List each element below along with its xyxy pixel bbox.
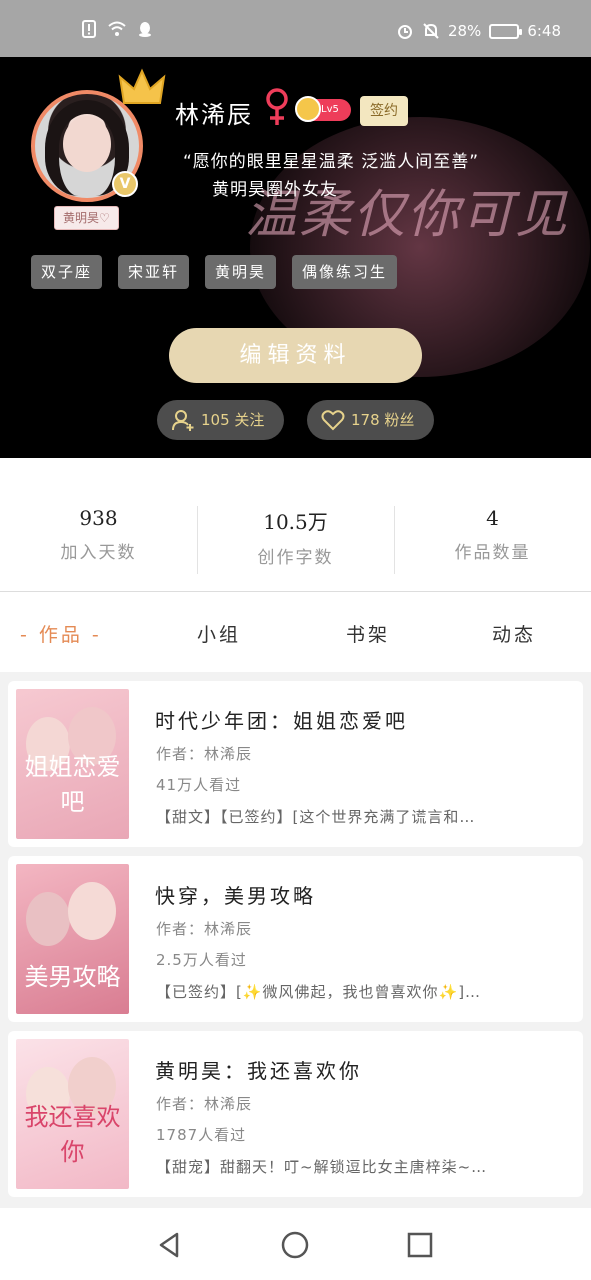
- level-badge: Lv5: [295, 96, 351, 122]
- sim-alert-icon: [82, 20, 96, 38]
- work-views: 1787人看过: [156, 1126, 247, 1144]
- battery-icon: [489, 23, 523, 39]
- work-author: 作者：林浠辰: [156, 1095, 253, 1113]
- back-icon[interactable]: [155, 1230, 185, 1260]
- work-views: 2.5万人看过: [156, 951, 247, 969]
- followers-button[interactable]: 178 粉丝: [307, 400, 434, 440]
- tab-bookshelf[interactable]: 书架: [346, 620, 390, 647]
- stat-join-days: 938 加入天数: [0, 506, 197, 563]
- tag-item[interactable]: 黄明昊: [205, 255, 277, 289]
- work-views: 41万人看过: [156, 776, 242, 794]
- female-icon: [266, 88, 288, 125]
- username: 林浠辰: [175, 101, 253, 129]
- clock-time: 6:48: [527, 22, 561, 40]
- level-crown-icon: [295, 96, 321, 122]
- tab-activity[interactable]: 动态: [492, 620, 536, 647]
- battery-percent: 28%: [447, 22, 482, 40]
- stat-value: 4: [486, 506, 499, 530]
- heart-icon: [321, 410, 345, 431]
- work-author: 作者：林浠辰: [156, 745, 253, 763]
- content-tabs: - 作品 - 小组 书架 动态: [0, 592, 591, 672]
- mute-icon: [423, 23, 439, 39]
- following-label: 105 关注: [201, 411, 265, 429]
- profile-header: 温柔仅你可见 V 黄明昊♡ 林浠辰 Lv5 签约 “愿你的眼里星星温柔 泛滥人间…: [0, 57, 591, 458]
- edit-profile-button[interactable]: 编辑资料: [169, 328, 422, 383]
- stats-panel: 938 加入天数 10.5万 创作字数 4 作品数量: [0, 458, 591, 592]
- stat-label: 作品数量: [454, 543, 531, 563]
- home-icon[interactable]: [280, 1230, 310, 1260]
- work-title: 时代少年团：姐姐恋爱吧: [155, 709, 408, 733]
- status-bar: 28% 6:48: [0, 0, 591, 57]
- book-cover[interactable]: 美男攻略: [16, 864, 129, 1014]
- work-author: 作者：林浠辰: [156, 920, 253, 938]
- tab-works[interactable]: - 作品 -: [20, 620, 102, 647]
- tag-item[interactable]: 宋亚轩: [118, 255, 190, 289]
- book-cover[interactable]: 姐姐恋爱吧: [16, 689, 129, 839]
- work-description: 【甜文】【已签约】[这个世界充满了谎言和…: [156, 808, 476, 826]
- work-card[interactable]: 我还喜欢你 黄明昊：我还喜欢你 作者：林浠辰 1787人看过 【甜宠】甜翻天！叮…: [8, 1031, 583, 1197]
- signed-badge: 签约: [360, 96, 408, 126]
- stat-label: 创作字数: [257, 548, 334, 568]
- work-card[interactable]: 美男攻略 快穿，美男攻略 作者：林浠辰 2.5万人看过 【已签约】[✨微风佛起，…: [8, 856, 583, 1022]
- add-user-icon: [172, 410, 194, 431]
- work-card[interactable]: 姐姐恋爱吧 时代少年团：姐姐恋爱吧 作者：林浠辰 41万人看过 【甜文】【已签约…: [8, 681, 583, 847]
- cover-title: 我还喜欢你: [24, 1103, 121, 1166]
- stat-works-count: 4 作品数量: [394, 506, 591, 563]
- cover-title: 美男攻略: [24, 963, 121, 991]
- work-title: 黄明昊：我还喜欢你: [155, 1059, 362, 1083]
- tab-groups[interactable]: 小组: [197, 620, 241, 647]
- profile-tags: 双子座 宋亚轩 黄明昊 偶像练习生: [31, 255, 398, 289]
- followers-label: 178 粉丝: [351, 411, 415, 429]
- recents-icon[interactable]: [405, 1230, 435, 1260]
- cover-figure: [26, 892, 70, 946]
- motto-line-2: 黄明昊圈外女友: [212, 180, 338, 200]
- system-nav-bar: [0, 1208, 591, 1280]
- work-title: 快穿，美男攻略: [155, 884, 316, 908]
- tag-item[interactable]: 偶像练习生: [292, 255, 398, 289]
- alarm-icon: [397, 25, 412, 39]
- following-button[interactable]: 105 关注: [157, 400, 284, 440]
- crown-icon: [118, 68, 166, 104]
- work-description: 【已签约】[✨微风佛起，我也曾喜欢你✨]…: [156, 983, 482, 1001]
- cover-title: 姐姐恋爱吧: [24, 753, 121, 816]
- verified-badge: V: [112, 171, 138, 197]
- qq-icon: [139, 22, 151, 37]
- tag-item[interactable]: 双子座: [31, 255, 103, 289]
- work-description: 【甜宠】甜翻天！叮~解锁逗比女主唐梓柒~…: [156, 1158, 488, 1176]
- stat-word-count: 10.5万 创作字数: [197, 506, 394, 568]
- stat-value: 938: [79, 506, 118, 530]
- cover-figure: [68, 882, 116, 940]
- stat-value: 10.5万: [263, 510, 328, 534]
- wifi-icon: [108, 21, 126, 36]
- level-label: Lv5: [321, 104, 339, 115]
- avatar-tag: 黄明昊♡: [54, 206, 119, 230]
- book-cover[interactable]: 我还喜欢你: [16, 1039, 129, 1189]
- motto-line-1: “愿你的眼里星星温柔 泛滥人间至善”: [183, 152, 480, 172]
- stat-label: 加入天数: [60, 543, 137, 563]
